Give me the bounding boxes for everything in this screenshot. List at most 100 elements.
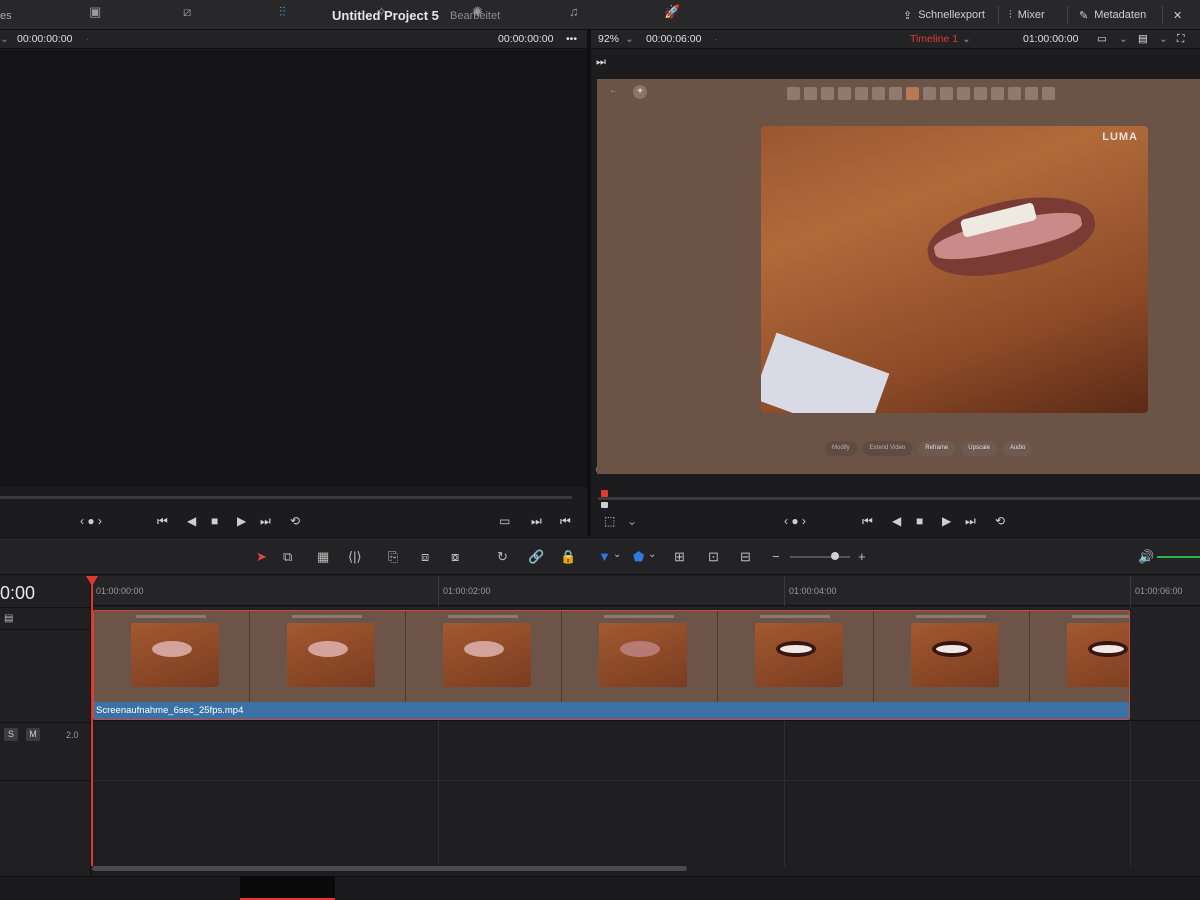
zoom-out-icon[interactable]: − [772,549,780,564]
zoom-in-icon[interactable]: + [858,549,866,564]
clip-name: Screenaufnahme_6sec_25fps.mp4 [96,705,244,716]
dot-icon: · [86,33,90,45]
clip-thumbnail [1030,611,1129,703]
jog-control[interactable]: ‹ ● › [80,514,102,528]
zoom-slider-handle[interactable] [831,552,839,560]
more-options-icon[interactable]: ••• [566,33,577,45]
chevron-down-icon[interactable]: ⌄ [625,33,634,45]
previous-clip-icon[interactable]: ⏭ [596,56,606,69]
linked-selection-icon[interactable]: 🔗 [528,549,544,565]
transform-icon[interactable]: ⬚ [604,514,615,528]
chevron-down-icon[interactable]: ⌄ [962,33,971,45]
stop-icon[interactable]: ■ [916,514,923,528]
play-icon[interactable]: ▶ [237,514,246,528]
chevron-down-icon[interactable]: ⌄ [1159,33,1168,45]
mute-button[interactable]: M [26,728,40,741]
flag-icon[interactable]: ▼ [598,549,611,564]
color-page-icon[interactable]: ✺ [472,4,483,20]
mark-in-icon[interactable]: ⏮ [560,514,571,529]
zoom-detail-icon[interactable]: ⊡ [708,549,719,565]
timeline-playhead[interactable] [91,578,93,866]
blade-tool-icon[interactable]: ⟨|⟩ [348,549,362,565]
mixer-button[interactable]: ⫶ Mixer [1009,7,1045,23]
audio-channels: 2.0 [66,730,79,740]
dot-icon: · [714,33,718,45]
insert-clip-icon[interactable]: ⎘ [388,549,398,565]
program-scrub-bar[interactable] [598,497,1200,500]
clip-thumbnail [718,611,874,703]
add-icon: + [633,85,647,99]
ruler-tick [438,576,439,606]
media-page-icon[interactable]: ▣ [89,4,101,20]
zoom-full-icon[interactable]: ⊞ [674,549,685,565]
divider [0,722,91,723]
chevron-down-icon[interactable]: ⌄ [613,549,621,560]
replace-clip-icon[interactable]: ⧇ [451,549,459,565]
go-to-end-icon[interactable]: ⏭ [965,514,976,529]
zoom-custom-icon[interactable]: ⊟ [740,549,751,565]
go-to-start-icon[interactable]: ⏮ [862,514,873,529]
playhead-handle[interactable] [86,576,98,586]
timeline-ruler[interactable]: 01:00:00:00 01:00:02:00 01:00:04:00 01:0… [92,576,1200,606]
fusion-page-icon[interactable]: ✧ [376,4,387,20]
deliver-page-icon[interactable]: 🚀 [664,4,680,20]
marker-icon[interactable]: ⬟ [633,549,644,565]
selection-tool-icon[interactable]: ➤ [256,549,267,565]
overwrite-clip-icon[interactable]: ⧈ [421,549,429,565]
lock-icon [601,502,608,508]
page-navigation [0,876,1200,900]
viewer-size-icon[interactable]: ▭ [1097,33,1107,45]
inspector-button[interactable]: ✕ [1173,7,1182,23]
metadata-button[interactable]: ✎ Metadaten [1079,7,1146,23]
stop-icon[interactable]: ■ [211,514,218,528]
chevron-down-icon[interactable]: ⌄ [648,549,656,560]
source-scrub-bar[interactable] [0,496,572,499]
timeline-selector[interactable]: Timeline 1 [910,33,958,45]
zoom-slider[interactable] [790,556,850,558]
go-to-end-icon[interactable]: ⏭ [260,514,271,529]
chevron-down-icon[interactable]: ⌄ [627,514,637,528]
output-icon[interactable]: ▤ [1138,33,1148,45]
zoom-level[interactable]: 92% [598,33,619,45]
trim-tool-icon[interactable]: ⧉ [283,549,292,565]
pill-audio: Audio [1002,441,1033,456]
source-viewer[interactable] [0,50,587,487]
solo-button[interactable]: S [4,728,18,741]
chevron-down-icon[interactable]: ⌄ [1119,33,1128,45]
fullscreen-icon[interactable]: ⛶ [1177,33,1184,46]
quick-export-button[interactable]: ⇪ Schnellexport [903,7,985,23]
dynamic-trim-icon[interactable]: ▦ [317,549,329,565]
clip-thumbnail [562,611,718,703]
mark-out-icon[interactable]: ⏭ [531,514,542,529]
mixer-label: Mixer [1017,9,1045,21]
timeline-scrollbar[interactable] [92,866,687,871]
audio-track[interactable] [92,723,1200,781]
luma-watermark: LUMA [1102,131,1138,143]
fairlight-page-icon[interactable]: ♫ [569,4,579,19]
volume-meter[interactable] [1157,556,1200,558]
edit-page-icon[interactable]: ⫶⫶ [279,4,286,20]
clip-thumbnail [874,611,1030,703]
pill-reframe: Reframe [918,441,956,456]
play-icon[interactable]: ▶ [942,514,951,528]
loop-icon[interactable]: ⟲ [290,514,300,528]
snapping-icon[interactable]: ↻ [497,549,508,565]
divider [1067,6,1068,24]
play-reverse-icon[interactable]: ◀ [187,514,196,528]
match-frame-icon[interactable]: ▭ [499,514,510,528]
position-lock-icon[interactable]: 🔒 [560,549,576,565]
cut-page-icon[interactable]: ⧄ [183,4,191,20]
volume-icon[interactable]: 🔊 [1138,549,1154,565]
loop-icon[interactable]: ⟲ [995,514,1005,528]
play-reverse-icon[interactable]: ◀ [892,514,901,528]
ruler-label: 01:00:02:00 [443,586,491,596]
program-playhead-marker[interactable] [601,490,608,497]
jog-control[interactable]: ‹ ● › [784,514,806,528]
video-frame: LUMA [761,126,1148,413]
back-arrow-icon: ← [609,85,619,96]
pill-upscale: Upscale [961,441,997,456]
export-icon: ⇪ [903,9,913,22]
video-clip[interactable]: Screenaufnahme_6sec_25fps.mp4 [93,610,1130,720]
go-to-start-icon[interactable]: ⏮ [157,514,168,529]
chevron-down-icon[interactable]: ⌄ [0,33,9,45]
